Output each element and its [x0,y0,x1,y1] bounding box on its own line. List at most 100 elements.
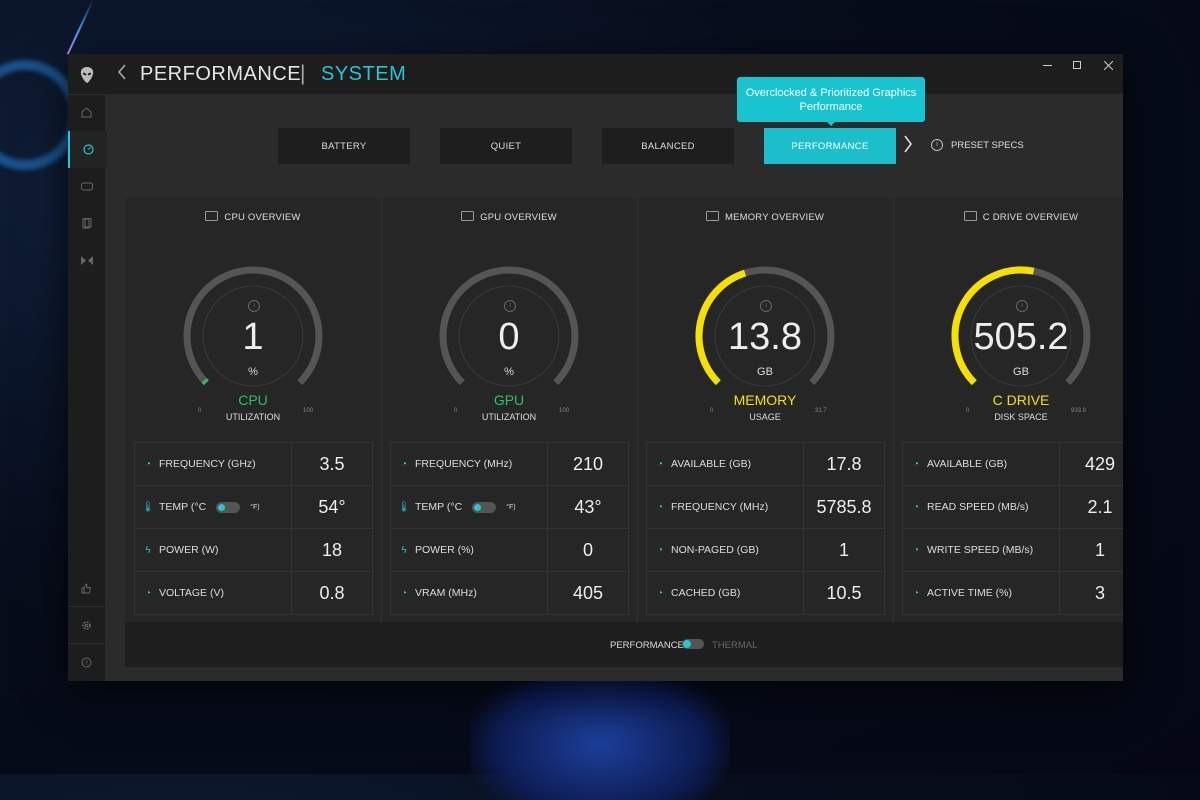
stat-label: READ SPEED (MB/s) [927,501,1029,513]
back-arrow-icon[interactable] [117,63,127,86]
stat-label-suffix: °F) [250,503,260,511]
table-row: ϟ POWER (%) 0 [391,529,628,572]
gauge-max: 31.7 [815,408,827,414]
card-title: C DRIVE OVERVIEW [982,212,1079,223]
stat-label: NON-PAGED (GB) [671,544,759,556]
preset-battery-button[interactable]: BATTERY [278,128,410,164]
stat-value: 1 [838,539,849,560]
info-icon[interactable]: i [248,294,260,312]
stat-label: POWER (W) [159,544,219,556]
table-row: ◔ ACTIVE TIME (%) 3 [903,572,1123,614]
preset-performance-button[interactable]: PERFORMANCE [764,128,896,164]
title-separator: | [300,62,306,85]
temp-unit-toggle[interactable] [472,501,497,513]
stat-label: TEMP (°C [415,501,463,513]
info-icon[interactable]: i [760,294,772,312]
gauge-max: 100 [559,408,570,414]
stat-value: 1 [1094,539,1105,560]
page-subtitle-tab[interactable]: SYSTEM [321,63,406,86]
fusion-icon[interactable] [68,242,105,279]
library-icon[interactable] [68,205,105,242]
bolt-icon: ϟ [401,544,407,556]
gpu-overview-card: GPU OVERVIEW i 0 % GPU UTILIZATION 0 100… [381,198,638,622]
gauge-icon: ◔ [656,458,664,470]
background-streak [66,0,94,55]
stat-value: 3 [1094,582,1105,603]
stat-value: 18 [321,539,343,560]
svg-text:?: ? [85,660,88,667]
preset-tooltip: Overclocked & Prioritized Graphics Perfo… [737,77,925,122]
stat-label-suffix: °F) [506,503,516,511]
stat-value: 43° [574,496,602,517]
background-globe [470,660,730,800]
table-row: ◔ VRAM (MHz) 405 [391,572,628,614]
settings-gear-icon[interactable] [68,607,105,644]
stat-value: 210 [572,453,604,474]
close-button[interactable] [1100,57,1116,73]
thermometer-icon: 🌡 [397,501,411,513]
table-row: ◔ FREQUENCY (MHz) 210 [391,443,628,486]
table-row: 🌡 TEMP (°C °F) 43° [391,486,628,529]
view-mode-toggle[interactable] [682,639,704,649]
gauge-min: 0 [198,408,202,414]
gauge-min: 0 [966,408,970,414]
help-icon[interactable]: ? [68,644,105,681]
performance-view-label[interactable]: PERFORMANCE [610,640,684,651]
table-row: ◔ AVAILABLE (GB) 429 [903,443,1123,486]
gauge-icon: ◔ [912,501,920,513]
preset-balanced-button[interactable]: BALANCED [602,128,734,164]
stat-value: 3.5 [319,453,345,474]
info-icon: i [931,139,943,151]
gauge-icon: ◔ [400,458,408,470]
table-row: ◔ FREQUENCY (GHz) 3.5 [135,443,372,486]
tooltip-pointer [826,121,836,126]
stat-value: 0 [582,539,593,560]
gauge-icon: ◔ [144,458,152,470]
table-row: ◔ AVAILABLE (GB) 17.8 [647,443,884,486]
gamepad-icon[interactable] [68,168,105,205]
gauge-unit: % [248,366,258,378]
table-row: ϟ POWER (W) 18 [135,529,372,572]
performance-gauge-icon[interactable] [68,131,107,168]
chevron-right-icon[interactable] [903,134,913,160]
thermal-view-label[interactable]: THERMAL [712,640,757,651]
c-drive-overview-card: C DRIVE OVERVIEW i 505.2 GB C DRIVE DISK… [893,198,1123,622]
home-icon[interactable] [68,94,105,131]
thumbs-up-icon[interactable] [68,570,105,607]
gauge-value: 13.8 [728,316,802,358]
stat-value: 17.8 [826,453,862,474]
card-title: MEMORY OVERVIEW [724,212,825,223]
stats-table: ◔ AVAILABLE (GB) 429 ◔ READ SPEED (MB/s) 2.1… [902,442,1123,615]
gauge-value: 0 [498,316,520,358]
app-window: ? PERFORMANCE | SYSTEM Overclocked & Pri… [68,54,1123,681]
card-title: GPU OVERVIEW [480,212,557,223]
minimize-button[interactable] [1039,57,1055,73]
stat-value: 2.1 [1087,496,1113,517]
gauge-icon: ◔ [144,587,152,599]
stats-table: ◔ AVAILABLE (GB) 17.8 ◔ FREQUENCY (MHz) 5785… [646,442,885,615]
gauge-icon: ◔ [656,587,664,599]
stat-label: CACHED (GB) [671,587,741,599]
info-icon[interactable]: i [1016,294,1028,312]
gauge-value: 505.2 [973,316,1069,358]
preset-specs-link[interactable]: i PRESET SPECS [931,139,1024,151]
gpu-icon [461,211,475,221]
gauge-icon: ◔ [912,544,920,556]
drive-icon [963,211,977,221]
temp-unit-toggle[interactable] [216,501,241,513]
stat-label: VOLTAGE (V) [159,587,224,599]
gauge-sublabel: UTILIZATION [225,412,281,422]
gauge-label: MEMORY [733,392,797,408]
gauge-sublabel: UTILIZATION [481,412,537,422]
maximize-button[interactable] [1069,57,1085,73]
gauge-icon: ◔ [912,458,920,470]
preset-quiet-button[interactable]: QUIET [440,128,572,164]
cpu-icon [205,211,219,221]
gauge-unit: % [504,366,514,378]
gauge-value: 1 [242,316,264,358]
info-icon[interactable]: i [504,294,516,312]
gauge-label: GPU [493,392,525,408]
stat-label: TEMP (°C [159,501,207,513]
gauge-max: 100 [303,408,314,414]
gauge-sublabel: USAGE [749,412,781,422]
